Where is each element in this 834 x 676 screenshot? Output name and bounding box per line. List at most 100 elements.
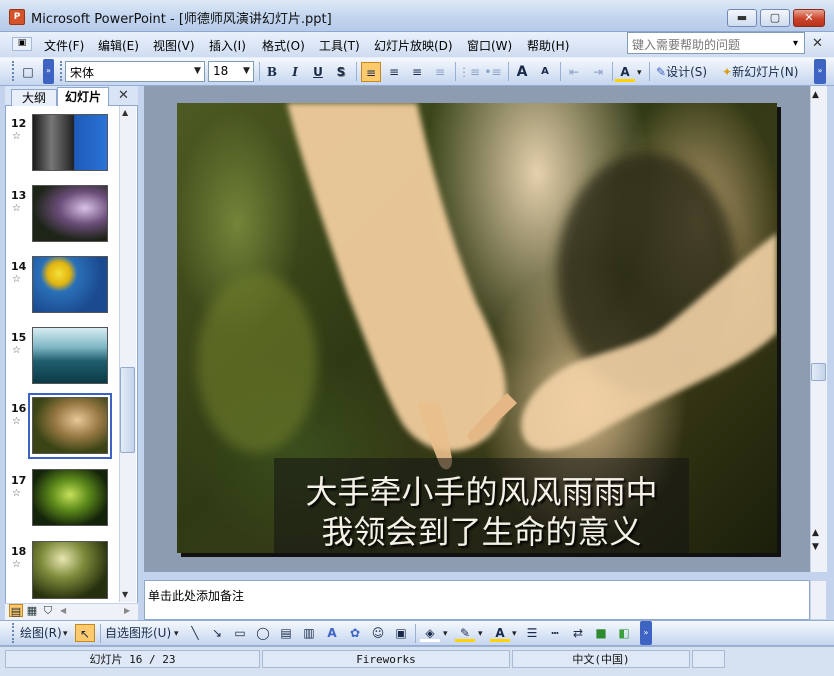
underline-button[interactable]: U: [309, 62, 327, 82]
decrease-indent-button[interactable]: ⇤: [564, 62, 584, 82]
minimize-button[interactable]: ▬: [727, 9, 757, 27]
chevron-down-icon[interactable]: ▼: [243, 66, 250, 76]
close-document-button[interactable]: ✕: [812, 36, 823, 51]
scroll-down-icon[interactable]: ▼: [122, 590, 128, 599]
justify-button[interactable]: ≡: [430, 62, 450, 82]
menu-insert[interactable]: 插入(I): [209, 37, 246, 54]
scrollbar-thumb[interactable]: [811, 363, 826, 381]
numbering-button[interactable]: ⋮≡: [458, 62, 480, 82]
scroll-right-icon[interactable]: ▶: [124, 606, 130, 615]
line-style-icon[interactable]: ☰: [523, 624, 541, 642]
scrollbar-thumb[interactable]: [120, 367, 135, 453]
align-right-button[interactable]: ≡: [407, 62, 427, 82]
menu-view[interactable]: 视图(V): [153, 37, 195, 54]
scroll-left-icon[interactable]: ◀: [60, 606, 66, 615]
italic-button[interactable]: I: [286, 62, 304, 82]
document-icon[interactable]: ▣: [12, 37, 32, 51]
tab-outline[interactable]: 大纲: [11, 89, 57, 106]
scroll-up-icon[interactable]: ▲: [122, 108, 128, 117]
toolbar-grip[interactable]: [60, 61, 64, 81]
slide-scrollbar[interactable]: [810, 86, 827, 572]
slide-thumbnail-13[interactable]: [32, 185, 108, 242]
vertical-text-box-icon[interactable]: ▥: [300, 624, 318, 642]
shadow-style-icon[interactable]: ■: [592, 624, 610, 642]
oval-tool-icon[interactable]: ◯: [254, 624, 272, 642]
toolbar-grip[interactable]: [12, 623, 16, 643]
font-color-icon[interactable]: A: [490, 624, 510, 642]
chevron-down-icon[interactable]: ▼: [194, 66, 201, 76]
toolbar-overflow-icon[interactable]: »: [640, 621, 652, 645]
current-slide[interactable]: 大手牵小手的风风雨雨中 我领会到了生命的意义: [177, 103, 777, 553]
font-color-button[interactable]: A: [615, 62, 635, 82]
3d-style-icon[interactable]: ◧: [615, 624, 633, 642]
next-slide-icon[interactable]: ▼: [812, 542, 819, 552]
notes-pane[interactable]: 单击此处添加备注: [144, 580, 810, 620]
new-slide-button[interactable]: ✦新幻灯片(N): [722, 62, 810, 82]
toolbar-overflow-icon[interactable]: »: [814, 59, 826, 84]
increase-indent-button[interactable]: ⇥: [588, 62, 608, 82]
line-color-icon[interactable]: ✎: [455, 624, 475, 642]
line-tool-icon[interactable]: ╲: [186, 624, 204, 642]
autoshapes-menu-button[interactable]: 自选图形(U): [105, 624, 175, 642]
previous-slide-icon[interactable]: ▲: [812, 528, 819, 538]
tab-slides[interactable]: 幻灯片: [57, 87, 109, 106]
toolbar-overflow-icon[interactable]: »: [43, 59, 54, 84]
insert-picture-icon[interactable]: ▣: [392, 624, 410, 642]
clip-art-icon[interactable]: ☺: [369, 624, 387, 642]
help-dropdown-icon[interactable]: ▾: [793, 38, 798, 49]
arrow-tool-icon[interactable]: ↘: [208, 624, 226, 642]
powerpoint-app-icon[interactable]: P: [9, 9, 25, 25]
slide-thumbnail-15[interactable]: [32, 327, 108, 384]
draw-menu-button[interactable]: 绘图(R): [20, 624, 68, 642]
font-name-select[interactable]: 宋体: [65, 61, 205, 82]
slide-caption-line-2[interactable]: 我领会到了生命的意义: [274, 507, 689, 553]
notes-scrollbar[interactable]: [810, 580, 827, 620]
slide-thumbnail-18[interactable]: [32, 541, 108, 599]
slide-sorter-view-icon[interactable]: ▦: [25, 604, 39, 617]
scroll-up-icon[interactable]: ▲: [812, 90, 819, 100]
menu-tools[interactable]: 工具(T): [319, 37, 360, 54]
shadow-button[interactable]: S: [332, 62, 350, 82]
close-panel-button[interactable]: ✕: [118, 88, 129, 103]
text-box-icon[interactable]: ▤: [277, 624, 295, 642]
design-button[interactable]: ✎设计(S): [656, 62, 716, 82]
close-window-button[interactable]: ✕: [793, 9, 825, 27]
bold-button[interactable]: B: [263, 62, 281, 82]
slideshow-view-icon[interactable]: ⛉: [41, 604, 55, 617]
chevron-down-icon[interactable]: ▾: [174, 629, 179, 639]
slide-thumbnail-14[interactable]: [32, 256, 108, 313]
align-left-button[interactable]: ≡: [361, 62, 381, 82]
dash-style-icon[interactable]: ┅: [546, 624, 564, 642]
chevron-down-icon[interactable]: ▾: [443, 629, 448, 639]
wordart-icon[interactable]: A: [323, 624, 341, 642]
cursor-arrow-icon: ↖: [79, 627, 91, 641]
chevron-down-icon[interactable]: ▾: [637, 68, 642, 78]
increase-font-size-button[interactable]: A: [512, 62, 532, 82]
select-objects-button[interactable]: ↖: [75, 624, 95, 642]
bullets-button[interactable]: •≡: [482, 62, 504, 82]
slides-panel-scrollbar[interactable]: [119, 106, 136, 602]
diagram-icon[interactable]: ✿: [346, 624, 364, 642]
help-search-input[interactable]: 键入需要帮助的问题: [627, 32, 805, 54]
chevron-down-icon[interactable]: ▾: [63, 629, 68, 639]
menu-slideshow[interactable]: 幻灯片放映(D): [374, 37, 453, 54]
slide-thumbnail-16[interactable]: [32, 397, 108, 454]
slide-thumbnail-12[interactable]: [32, 114, 108, 171]
menu-file[interactable]: 文件(F): [44, 37, 84, 54]
menu-format[interactable]: 格式(O): [262, 37, 305, 54]
slide-thumbnail-17[interactable]: [32, 469, 108, 526]
maximize-button[interactable]: ▢: [760, 9, 790, 27]
toolbar-grip[interactable]: [12, 61, 16, 81]
decrease-font-size-button[interactable]: A: [535, 62, 555, 82]
arrow-style-icon[interactable]: ⇄: [569, 624, 587, 642]
menu-edit[interactable]: 编辑(E): [98, 37, 139, 54]
rectangle-tool-icon[interactable]: ▭: [231, 624, 249, 642]
menu-help[interactable]: 帮助(H): [527, 37, 569, 54]
normal-view-icon[interactable]: ▤: [9, 604, 23, 618]
align-center-button[interactable]: ≡: [384, 62, 404, 82]
menu-window[interactable]: 窗口(W): [467, 37, 512, 54]
chevron-down-icon[interactable]: ▾: [512, 629, 517, 639]
fill-color-icon[interactable]: ◈: [420, 624, 440, 642]
new-document-icon[interactable]: □: [20, 62, 36, 82]
chevron-down-icon[interactable]: ▾: [478, 629, 483, 639]
